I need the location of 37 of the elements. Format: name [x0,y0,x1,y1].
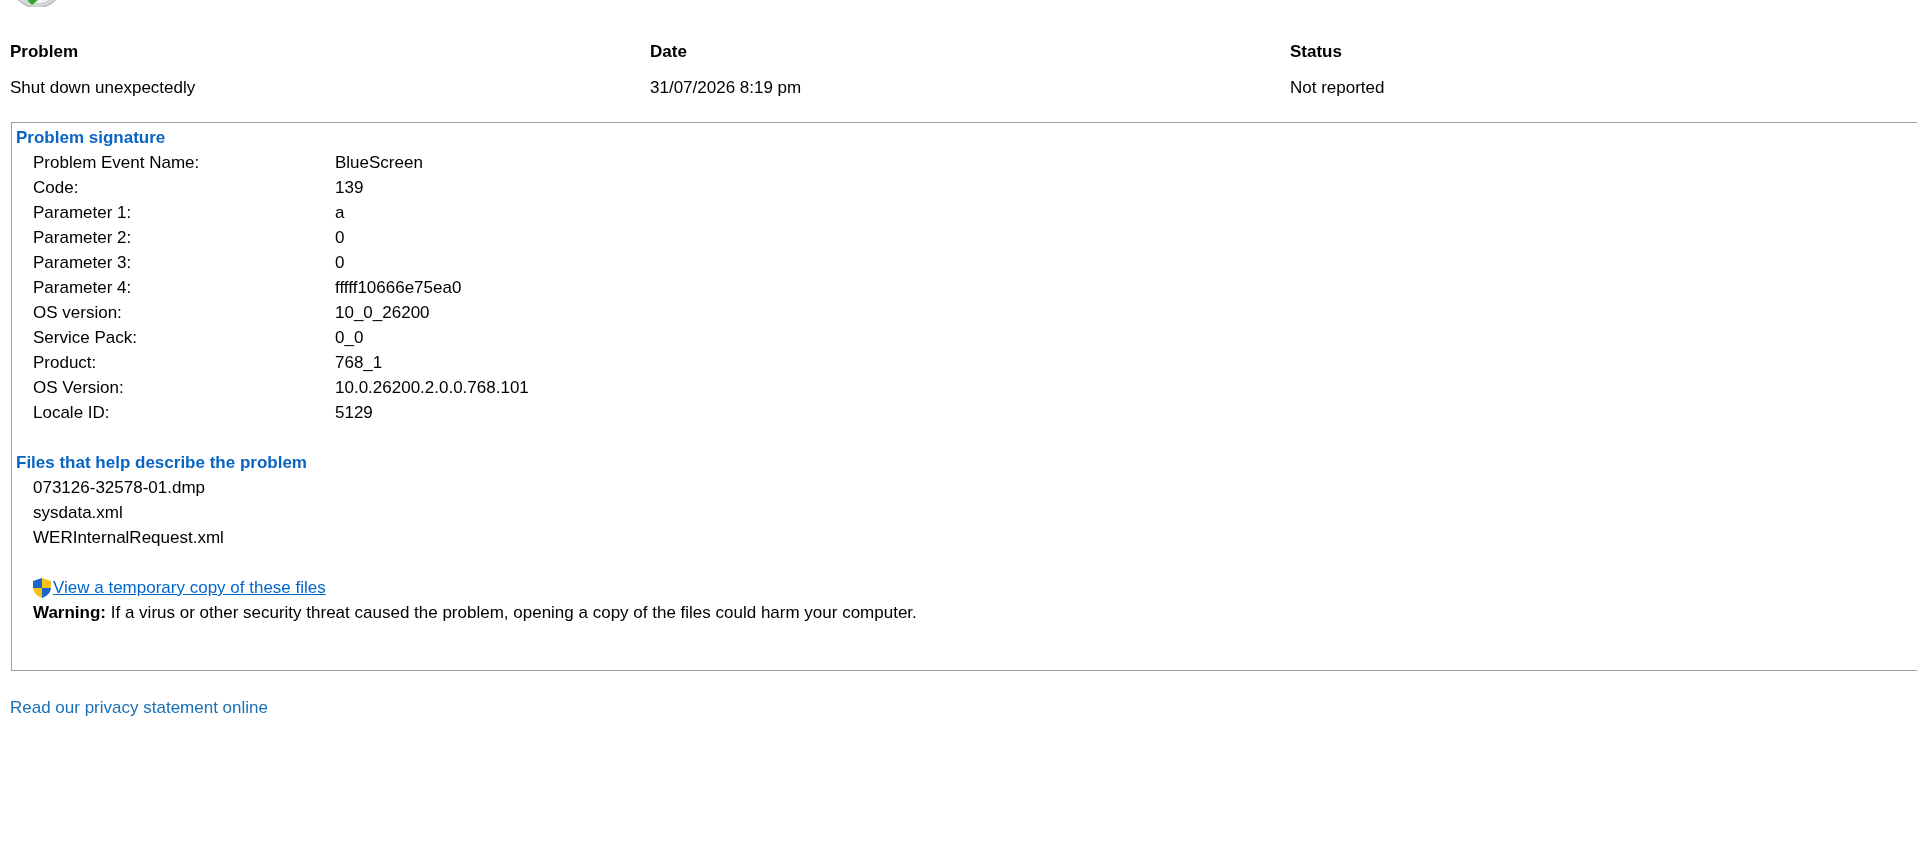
field-label: Locale ID: [33,402,110,424]
warning-text: Warning: If a virus or other security threat caused the problem, opening a copy of the files could harm your computer. [33,602,917,624]
field-value: 0 [335,227,345,249]
section-heading: Problem signature [16,127,166,149]
field-value: fffff10666e75ea0 [335,277,462,299]
field-value: 768_1 [335,352,383,374]
column-heading: Date [650,41,687,63]
summary-value: Not reported [1290,77,1385,99]
field-label: Code: [33,177,79,199]
file-name: 073126-32578-01.dmp [33,477,206,499]
file-name: sysdata.xml [33,502,123,524]
summary-value: 31/07/2026 8:19 pm [650,77,802,99]
field-value: 5129 [335,402,373,424]
field-value: a [335,202,345,224]
field-label: Parameter 2: [33,227,132,249]
field-value: BlueScreen [335,152,423,174]
field-value: 10_0_26200 [335,302,430,324]
field-label: Problem Event Name: [33,152,200,174]
field-value: 139 [335,177,364,199]
field-label: Parameter 1: [33,202,132,224]
column-heading: Problem [10,41,79,63]
summary-value: Shut down unexpectedly [10,77,196,99]
field-label: OS Version: [33,377,124,399]
field-label: Parameter 4: [33,277,132,299]
section-heading: Files that help describe the problem [16,452,307,474]
privacy-link[interactable]: Read our privacy statement online [10,695,268,720]
field-label: Parameter 3: [33,252,132,274]
column-heading: Status [1290,41,1342,63]
shield-icon [33,577,51,598]
field-value: 0_0 [335,327,364,349]
view-files-link[interactable]: View a temporary copy of these files [53,575,326,600]
field-value: 0 [335,252,345,274]
file-name: WERInternalRequest.xml [33,527,224,549]
field-value: 10.0.26200.2.0.0.768.101 [335,377,529,399]
field-label: Product: [33,352,97,374]
field-label: OS version: [33,302,122,324]
field-label: Service Pack: [33,327,137,349]
